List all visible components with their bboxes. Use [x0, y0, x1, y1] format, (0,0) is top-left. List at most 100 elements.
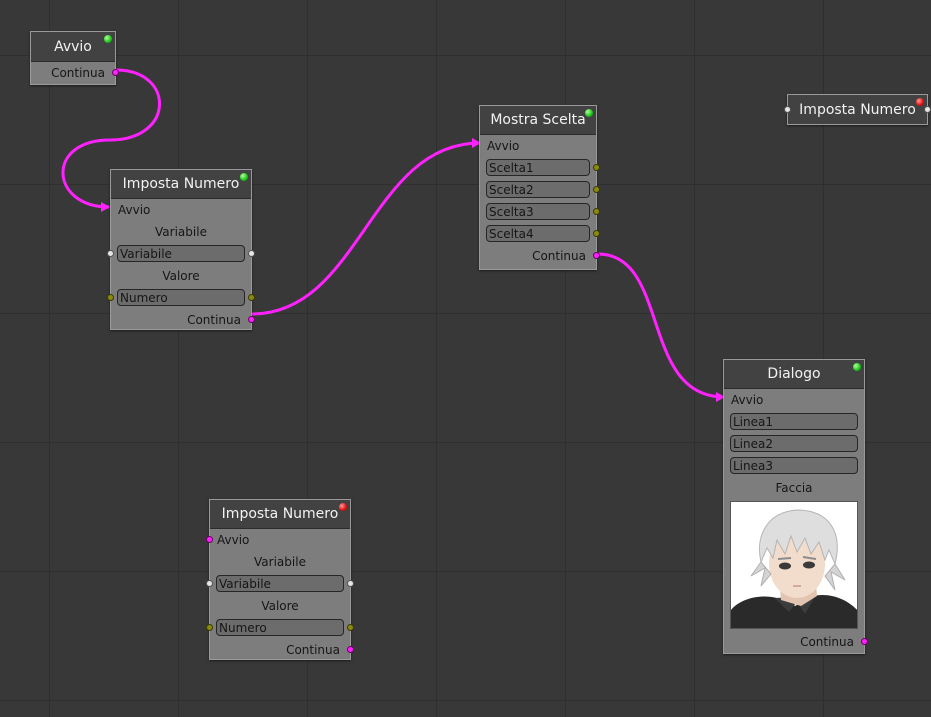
- output-port[interactable]: [861, 638, 868, 645]
- field-caption: Variabile: [254, 555, 306, 569]
- node-imposta-numero[interactable]: Imposta Numero Avvio Variabile Variabile…: [107, 169, 255, 331]
- input-row-avvio: Avvio: [480, 135, 596, 157]
- status-indicator: [585, 109, 593, 117]
- output-port[interactable]: [248, 250, 255, 257]
- input-port[interactable]: [206, 580, 213, 587]
- choice-row: Scelta3: [480, 201, 600, 223]
- output-port[interactable]: [593, 164, 600, 171]
- node-title: Imposta Numero: [221, 506, 339, 522]
- character-portrait-icon: [731, 502, 857, 628]
- output-label: Continua: [532, 249, 586, 263]
- field-row-numero: Numero: [107, 287, 255, 309]
- output-port[interactable]: [924, 106, 931, 113]
- output-row-continua: Continua: [210, 639, 354, 661]
- input-port[interactable]: [107, 250, 114, 257]
- output-label: Continua: [286, 643, 340, 657]
- output-port[interactable]: [347, 646, 354, 653]
- output-row-continua: Continua: [724, 631, 868, 653]
- output-port[interactable]: [347, 624, 354, 631]
- input-label: Avvio: [217, 533, 250, 547]
- output-label: Continua: [51, 66, 105, 80]
- output-label: Continua: [187, 313, 241, 327]
- output-label: Continua: [800, 635, 854, 649]
- choice-field[interactable]: Scelta3: [486, 203, 590, 220]
- variabile-field[interactable]: Variabile: [216, 575, 344, 592]
- node-header[interactable]: Avvio: [31, 32, 115, 62]
- label-row: Variabile: [210, 551, 350, 573]
- node-header[interactable]: Imposta Numero: [788, 95, 927, 124]
- output-port[interactable]: [593, 208, 600, 215]
- node-mostra-scelta[interactable]: Mostra Scelta Avvio Scelta1 Scelta2 Scel…: [479, 105, 600, 270]
- input-row-avvio: Avvio: [724, 389, 864, 411]
- node-dialogo[interactable]: Dialogo Avvio Linea1 Linea2 Linea3 Facci…: [723, 359, 868, 654]
- input-port[interactable]: [784, 106, 791, 113]
- field-row-variabile: Variabile: [107, 243, 255, 265]
- status-indicator: [104, 35, 112, 43]
- output-port[interactable]: [593, 230, 600, 237]
- choice-field[interactable]: Scelta4: [486, 225, 590, 242]
- input-port[interactable]: [206, 536, 213, 543]
- node-imposta-numero-collapsed[interactable]: Imposta Numero: [784, 94, 931, 125]
- output-port[interactable]: [112, 69, 119, 76]
- wire-imposta-to-mostra: [251, 141, 481, 316]
- node-title: Mostra Scelta: [490, 112, 586, 128]
- choice-field[interactable]: Scelta2: [486, 181, 590, 198]
- output-port[interactable]: [248, 294, 255, 301]
- status-indicator: [853, 363, 861, 371]
- output-row-continua: Continua: [31, 62, 119, 84]
- node-title: Avvio: [54, 38, 92, 55]
- input-label: Avvio: [731, 393, 764, 407]
- face-portrait-image[interactable]: [730, 501, 858, 629]
- line-field[interactable]: Linea1: [730, 413, 858, 430]
- wire-arrow: [101, 202, 110, 212]
- wire-mostra-to-dialogo: [597, 252, 725, 399]
- output-row-continua: Continua: [480, 245, 600, 267]
- field-row-variabile: Variabile: [206, 573, 354, 595]
- output-port[interactable]: [593, 186, 600, 193]
- node-imposta-numero[interactable]: Imposta Numero Avvio Variabile Variabile…: [206, 499, 354, 661]
- label-row: Valore: [210, 595, 350, 617]
- label-row: Faccia: [724, 477, 864, 499]
- status-indicator: [916, 98, 924, 106]
- node-header[interactable]: Dialogo: [724, 360, 864, 389]
- output-row-continua: Continua: [111, 309, 255, 331]
- input-port[interactable]: [206, 624, 213, 631]
- output-port[interactable]: [248, 316, 255, 323]
- line-field[interactable]: Linea2: [730, 435, 858, 452]
- field-caption: Valore: [162, 269, 200, 283]
- output-port[interactable]: [593, 252, 600, 259]
- node-header[interactable]: Imposta Numero: [111, 170, 251, 199]
- field-caption: Variabile: [155, 225, 207, 239]
- line-row: Linea3: [724, 455, 864, 477]
- input-row-avvio: Avvio: [111, 199, 251, 221]
- input-port[interactable]: [107, 294, 114, 301]
- label-row: Valore: [111, 265, 251, 287]
- field-caption: Faccia: [775, 481, 813, 495]
- label-row: Variabile: [111, 221, 251, 243]
- face-row: [724, 499, 864, 631]
- input-row-avvio: Avvio: [206, 529, 350, 551]
- choice-row: Scelta4: [480, 223, 600, 245]
- choice-field[interactable]: Scelta1: [486, 159, 590, 176]
- choice-row: Scelta1: [480, 157, 600, 179]
- field-row-numero: Numero: [206, 617, 354, 639]
- node-header[interactable]: Imposta Numero: [210, 500, 350, 529]
- node-title: Imposta Numero: [799, 101, 916, 118]
- status-indicator: [240, 173, 248, 181]
- output-port[interactable]: [347, 580, 354, 587]
- node-avvio[interactable]: Avvio Continua: [30, 31, 119, 85]
- field-caption: Valore: [261, 599, 299, 613]
- node-title: Dialogo: [767, 366, 821, 382]
- node-title: Imposta Numero: [122, 176, 240, 192]
- choice-row: Scelta2: [480, 179, 600, 201]
- line-row: Linea2: [724, 433, 864, 455]
- variabile-field[interactable]: Variabile: [117, 245, 245, 262]
- input-label: Avvio: [118, 203, 151, 217]
- status-indicator: [339, 503, 347, 511]
- line-row: Linea1: [724, 411, 864, 433]
- node-header[interactable]: Mostra Scelta: [480, 106, 596, 135]
- input-label: Avvio: [487, 139, 520, 153]
- numero-field[interactable]: Numero: [216, 619, 344, 636]
- numero-field[interactable]: Numero: [117, 289, 245, 306]
- line-field[interactable]: Linea3: [730, 457, 858, 474]
